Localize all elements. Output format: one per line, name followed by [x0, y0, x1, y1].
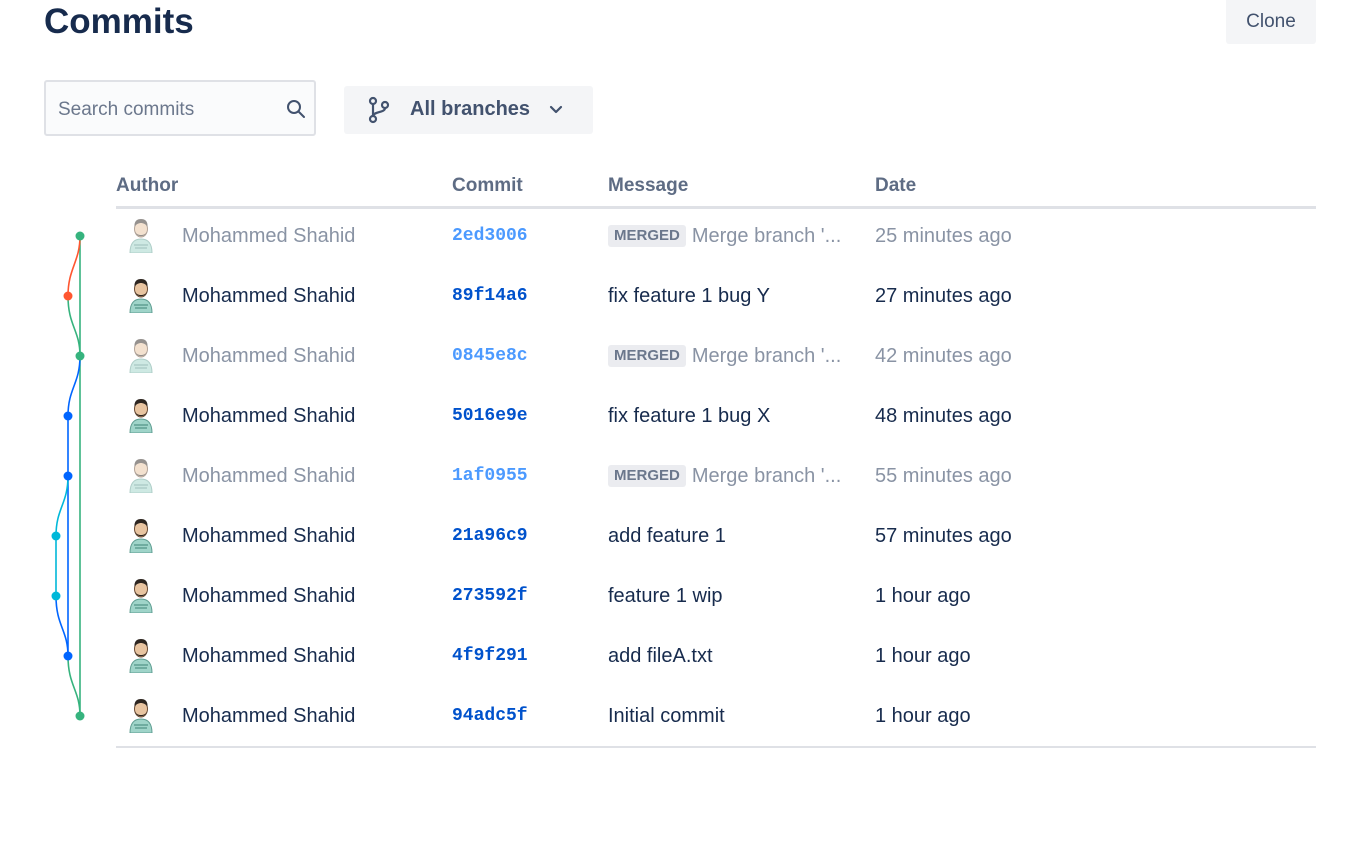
table-row[interactable]: Mohammed Shahid 1af0955 MERGED Merge bran… [116, 446, 1316, 506]
avatar[interactable] [128, 457, 154, 493]
graph-node [63, 471, 73, 481]
avatar[interactable] [128, 637, 154, 673]
branch-icon [368, 96, 390, 124]
merged-lozenge: MERGED [608, 225, 686, 247]
footer-divider [116, 746, 1316, 748]
search-icon[interactable] [286, 99, 306, 119]
branch-filter-dropdown[interactable]: All branches [344, 86, 593, 134]
graph-node [63, 411, 73, 421]
commit-author: Mohammed Shahid [182, 645, 356, 667]
commit-date: 48 minutes ago [875, 405, 1012, 427]
commit-date: 57 minutes ago [875, 525, 1012, 547]
commit-date: 1 hour ago [875, 645, 971, 667]
commit-message-text: Merge branch '... [691, 225, 842, 247]
graph-node [63, 291, 73, 301]
commit-author: Mohammed Shahid [182, 225, 356, 247]
graph-edge-blue-out [67, 355, 81, 417]
graph-node [51, 531, 61, 541]
commit-message-text: Merge branch '... [691, 345, 842, 367]
commit-message: feature 1 wip [608, 584, 723, 608]
commit-hash-link[interactable]: 2ed3006 [452, 224, 528, 248]
graph-edge-red-in [67, 295, 81, 357]
table-row[interactable]: Mohammed Shahid 5016e9e fix feature 1 bu… [116, 386, 1316, 446]
commit-message: MERGED Merge branch '... [608, 464, 841, 488]
clone-button[interactable]: Clone [1226, 0, 1316, 44]
column-header-author: Author [116, 175, 179, 196]
table-row[interactable]: Mohammed Shahid 21a96c9 add feature 1 57… [116, 506, 1316, 566]
graph-node [75, 711, 85, 721]
commit-hash-link[interactable]: 1af0955 [452, 464, 528, 488]
commit-graph [51, 231, 85, 721]
avatar[interactable] [128, 577, 154, 613]
graph-edge-red-out [67, 235, 81, 297]
commit-message: MERGED Merge branch '... [608, 344, 841, 368]
commit-message-text: Initial commit [608, 705, 725, 727]
avatar[interactable] [128, 397, 154, 433]
commit-author: Mohammed Shahid [182, 585, 356, 607]
table-row[interactable]: Mohammed Shahid 4f9f291 add fileA.txt 1 … [116, 626, 1316, 686]
commit-message: fix feature 1 bug X [608, 404, 770, 428]
commit-message-text: add feature 1 [608, 525, 726, 547]
merged-lozenge: MERGED [608, 345, 686, 367]
chevron-down-icon [549, 105, 563, 114]
table-row[interactable]: Mohammed Shahid 273592f feature 1 wip 1 … [116, 566, 1316, 626]
column-header-commit: Commit [452, 175, 523, 196]
commit-date: 27 minutes ago [875, 285, 1012, 307]
commit-author: Mohammed Shahid [182, 405, 356, 427]
table-row[interactable]: Mohammed Shahid 0845e8c MERGED Merge bran… [116, 326, 1316, 386]
graph-node [75, 231, 85, 241]
avatar[interactable] [128, 217, 154, 253]
commit-author: Mohammed Shahid [182, 285, 356, 307]
commit-author: Mohammed Shahid [182, 465, 356, 487]
commit-hash-link[interactable]: 89f14a6 [452, 284, 528, 308]
commit-message-text: feature 1 wip [608, 585, 723, 607]
commit-author: Mohammed Shahid [182, 525, 356, 547]
table-row[interactable]: Mohammed Shahid 2ed3006 MERGED Merge bran… [116, 206, 1316, 266]
graph-node [51, 591, 61, 601]
commit-hash-link[interactable]: 21a96c9 [452, 524, 528, 548]
merged-lozenge: MERGED [608, 465, 686, 487]
graph-edge-blue-in [67, 655, 81, 717]
commit-message-text: fix feature 1 bug X [608, 405, 771, 427]
commit-date: 1 hour ago [875, 705, 971, 727]
avatar[interactable] [128, 517, 154, 553]
commit-date: 25 minutes ago [875, 225, 1012, 247]
commit-date: 1 hour ago [875, 585, 971, 607]
graph-edge-cyan-out [55, 475, 69, 537]
commit-author: Mohammed Shahid [182, 345, 356, 367]
commit-author: Mohammed Shahid [182, 705, 356, 727]
commit-message-text: add fileA.txt [608, 645, 713, 667]
avatar[interactable] [128, 277, 154, 313]
graph-node [63, 651, 73, 661]
commit-hash-link[interactable]: 5016e9e [452, 404, 528, 428]
commit-message-text: Merge branch '... [691, 465, 842, 487]
commit-hash-link[interactable]: 0845e8c [452, 344, 528, 368]
table-row[interactable]: Mohammed Shahid 89f14a6 fix feature 1 bu… [116, 266, 1316, 326]
commit-message: add fileA.txt [608, 644, 713, 668]
commit-hash-link[interactable]: 273592f [452, 584, 528, 608]
commit-message: fix feature 1 bug Y [608, 284, 770, 308]
avatar[interactable] [128, 337, 154, 373]
column-header-date: Date [875, 175, 917, 196]
commit-date: 55 minutes ago [875, 465, 1012, 487]
commit-message-text: fix feature 1 bug Y [608, 285, 770, 307]
commit-hash-link[interactable]: 94adc5f [452, 704, 528, 728]
commit-hash-link[interactable]: 4f9f291 [452, 644, 528, 668]
commit-date: 42 minutes ago [875, 345, 1012, 367]
commit-message: Initial commit [608, 704, 725, 728]
branch-filter-label: All branches [410, 98, 531, 120]
table-row[interactable]: Mohammed Shahid 94adc5f Initial commit 1… [116, 686, 1316, 746]
commit-message: MERGED Merge branch '... [608, 224, 841, 248]
column-header-message: Message [608, 175, 689, 196]
graph-node [75, 351, 85, 361]
avatar[interactable] [128, 697, 154, 733]
graph-edge-cyan-in [55, 595, 69, 657]
commit-message: add feature 1 [608, 524, 726, 548]
